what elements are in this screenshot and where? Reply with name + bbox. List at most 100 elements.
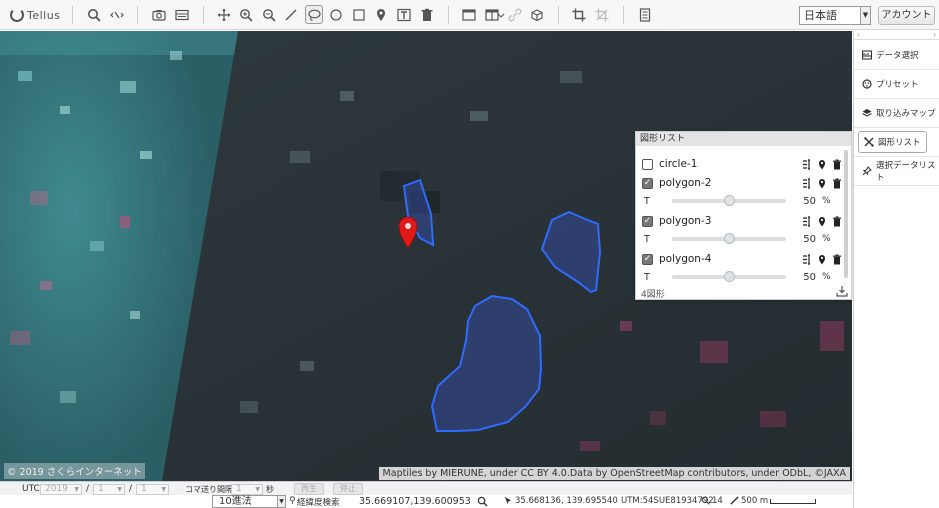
play-button[interactable]: 再生 (294, 483, 324, 495)
sync-icon[interactable] (109, 7, 125, 23)
sidebar-item-label: 選択データリスト (876, 161, 936, 183)
stop-button[interactable]: 停止 (333, 483, 363, 495)
edit-attributes-icon[interactable] (802, 215, 812, 227)
slider-knob[interactable] (724, 271, 735, 282)
zoom-in-icon[interactable] (238, 7, 254, 23)
slider-knob[interactable] (724, 195, 735, 206)
shape-name: polygon-2 (659, 177, 712, 189)
cube-icon[interactable] (529, 7, 545, 23)
sidebar-collapse-bar[interactable]: ‹ › (854, 31, 939, 40)
map-attribution[interactable]: Maptiles by MIERUNE, under CC BY 4.0.Dat… (378, 467, 850, 480)
chevron-left-icon[interactable]: ‹ (857, 31, 860, 39)
pin-icon (862, 166, 872, 176)
shape-visibility-checkbox[interactable] (642, 158, 653, 170)
locate-pin-icon[interactable] (817, 216, 827, 227)
opacity-unit: % (822, 272, 831, 282)
toolbar-divider (72, 6, 73, 24)
line-icon[interactable] (283, 7, 299, 23)
opacity-slider[interactable] (672, 271, 786, 282)
move-icon[interactable] (216, 7, 232, 23)
date-separator: / (86, 484, 90, 494)
shape-visibility-checkbox[interactable]: ✓ (642, 253, 653, 265)
coord-search-input[interactable]: 35.669107,139.600953 (359, 496, 471, 507)
chevron-down-icon: ▼ (117, 486, 122, 493)
edit-attributes-icon[interactable] (802, 158, 812, 170)
locate-pin-icon[interactable] (817, 159, 827, 170)
trash-icon[interactable] (419, 7, 435, 23)
panel-scrollbar[interactable] (844, 150, 848, 278)
chevron-down-icon: ▼ (860, 7, 870, 24)
camera-icon[interactable] (151, 7, 167, 23)
year-select[interactable]: 2019 ▼ (40, 484, 82, 495)
locate-pin-icon[interactable] (817, 178, 827, 189)
scale-bar (770, 499, 816, 504)
chevron-right-icon[interactable]: › (933, 31, 936, 39)
interval-value: 1 (236, 484, 242, 494)
chevron-down-icon: ▼ (255, 486, 260, 493)
sidebar-item-data-select[interactable]: データ選択 (854, 41, 939, 70)
shape-visibility-checkbox[interactable]: ✓ (642, 177, 653, 189)
crop-disabled-icon (594, 7, 610, 23)
opacity-slider[interactable] (672, 195, 786, 206)
shape-count: 4図形 (641, 290, 665, 300)
toolbar-divider (558, 6, 559, 24)
toolbar-divider (623, 6, 624, 24)
opacity-label: T (644, 195, 650, 207)
delete-trash-icon[interactable] (832, 254, 842, 265)
opacity-value: 50 (803, 271, 816, 283)
location-pin-icon: ⚲ (289, 496, 296, 506)
search-icon[interactable] (477, 496, 488, 508)
shape-row-polygon-4: ✓ polygon-4 (642, 252, 842, 266)
toolbar-divider (448, 6, 449, 24)
text-icon[interactable] (396, 7, 412, 23)
zoom-level-icon (701, 496, 710, 508)
shape-row-polygon-2: ✓ polygon-2 (642, 176, 842, 190)
link-icon[interactable] (507, 7, 523, 23)
download-icon[interactable] (836, 285, 848, 297)
zoom-out-icon[interactable] (261, 7, 277, 23)
rectangle-icon[interactable] (351, 7, 367, 23)
chevron-down-icon[interactable] (497, 7, 505, 23)
opacity-label: T (644, 233, 650, 245)
logo-text: Tellus (27, 8, 61, 22)
panel-icon[interactable] (637, 7, 653, 23)
scale-label: 500 m (741, 496, 769, 506)
shape-visibility-checkbox[interactable]: ✓ (642, 215, 653, 227)
sidebar-item-label: 取り込みマップ (876, 109, 936, 119)
sidebar-item-selected-data-list[interactable]: 選択データリスト (854, 157, 939, 186)
locate-pin-icon[interactable] (817, 254, 827, 265)
opacity-unit: % (822, 234, 831, 244)
delete-trash-icon[interactable] (832, 159, 842, 170)
single-view-icon[interactable] (461, 7, 477, 23)
search-icon[interactable] (86, 7, 102, 23)
delete-trash-icon[interactable] (832, 178, 842, 189)
shape-row-circle-1: circle-1 (642, 157, 842, 171)
crop-icon[interactable] (571, 7, 587, 23)
opacity-slider[interactable] (672, 233, 786, 244)
notation-select[interactable]: 10進法 ▼ (212, 495, 286, 508)
interval-select[interactable]: 1 ▼ (231, 484, 263, 495)
cursor-arrow-icon (504, 496, 513, 508)
shape-list-icon (864, 137, 874, 147)
circle-icon[interactable] (328, 7, 344, 23)
marker-icon[interactable] (373, 7, 389, 23)
shape-list-panel: 図形リスト circle-1 ✓ polygon-2 T 50 % ✓ poly… (635, 131, 852, 300)
month-select[interactable]: 1 ▼ (93, 484, 125, 495)
frame-interval-label: コマ送り間隔 (185, 485, 233, 494)
slider-knob[interactable] (724, 233, 735, 244)
panel-title: 図形リスト (636, 132, 851, 146)
sidebar-item-shape-list[interactable]: 図形リスト (854, 128, 939, 157)
layers-box-icon[interactable] (174, 7, 190, 23)
zoom-level: 14 (712, 496, 723, 506)
account-button[interactable]: アカウント (878, 6, 935, 25)
edit-attributes-icon[interactable] (802, 177, 812, 189)
app-logo[interactable]: Tellus (10, 6, 60, 24)
sidebar-item-preset[interactable]: プリセット (854, 70, 939, 99)
day-select[interactable]: 1 ▼ (136, 484, 169, 495)
language-select[interactable]: 日本語 ▼ (799, 6, 871, 25)
delete-trash-icon[interactable] (832, 216, 842, 227)
sidebar-item-imported-map[interactable]: 取り込みマップ (854, 99, 939, 128)
lasso-icon[interactable] (305, 5, 323, 24)
opacity-label: T (644, 271, 650, 283)
edit-attributes-icon[interactable] (802, 253, 812, 265)
